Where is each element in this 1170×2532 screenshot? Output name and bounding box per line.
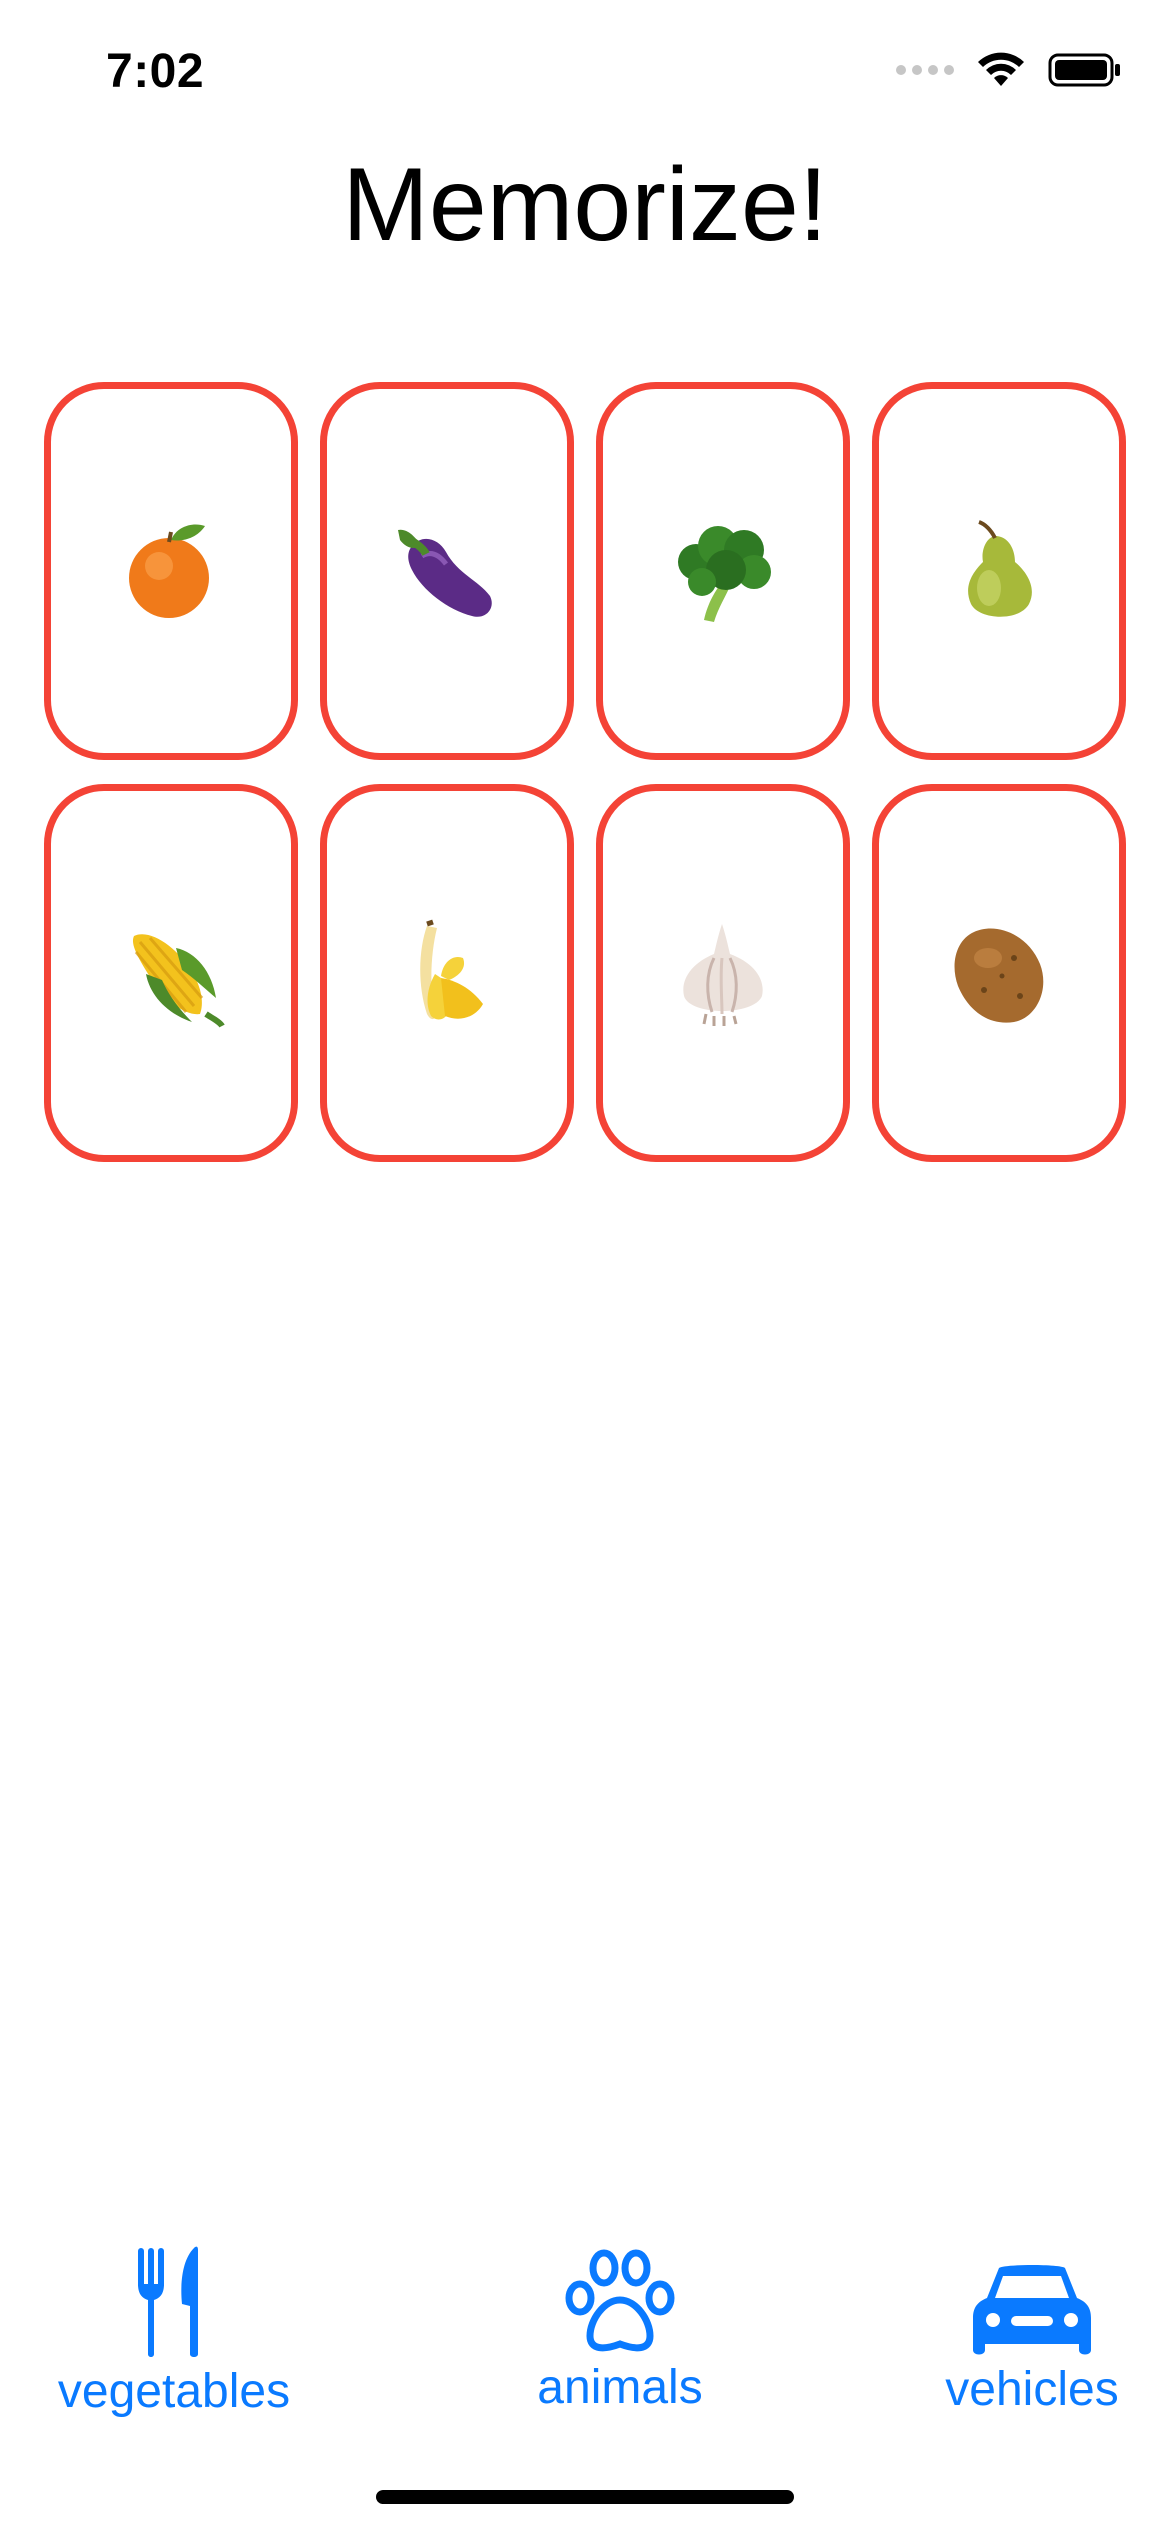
potato-icon — [954, 928, 1044, 1023]
eggplant-icon — [398, 529, 492, 617]
card[interactable] — [44, 784, 298, 1162]
home-indicator — [376, 2490, 794, 2504]
tab-label: vegetables — [57, 2365, 291, 2418]
page-title: Memorize! — [342, 147, 828, 263]
card-grid — [44, 382, 1128, 1162]
tangerine-icon — [129, 524, 209, 618]
status-time: 7:02 — [106, 45, 205, 98]
battery-icon — [1048, 53, 1120, 87]
pear-icon — [968, 520, 1032, 617]
corn-icon — [132, 934, 225, 1028]
garlic-icon — [683, 924, 763, 1026]
cellular-signal-icon — [896, 65, 954, 75]
card[interactable] — [44, 382, 298, 760]
card[interactable] — [320, 382, 574, 760]
tab-label: vehicles — [945, 2363, 1119, 2416]
pawprint-icon — [565, 2249, 675, 2352]
tab-vegetables[interactable]: vegetables — [48, 2244, 300, 2416]
car-icon — [973, 2265, 1091, 2355]
banana-icon — [420, 919, 483, 1020]
card[interactable] — [872, 382, 1126, 760]
card[interactable] — [320, 784, 574, 1162]
tab-vehicles[interactable]: vehicles — [930, 2260, 1134, 2414]
tab-label: animals — [537, 2361, 703, 2414]
tab-animals[interactable]: animals — [518, 2248, 722, 2412]
fork-knife-icon — [138, 2246, 198, 2357]
card[interactable] — [872, 784, 1126, 1162]
broccoli-icon — [678, 526, 771, 622]
card[interactable] — [596, 382, 850, 760]
card[interactable] — [596, 784, 850, 1162]
theme-tab-bar: vegetables animals vehicles — [0, 2240, 1170, 2440]
status-icons — [896, 52, 1122, 88]
wifi-icon — [978, 52, 1024, 86]
